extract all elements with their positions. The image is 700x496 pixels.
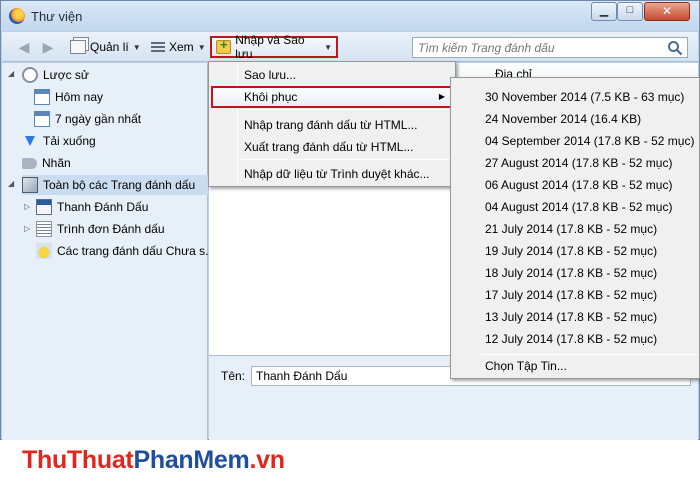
restore-item[interactable]: 04 August 2014 (17.8 KB - 52 mục) (453, 196, 699, 218)
dropdown-arrow-icon: ▼ (197, 42, 206, 52)
watermark-logo: ThuThuatPhanMem.vn (22, 446, 285, 475)
unsorted-bookmarks-icon (36, 243, 52, 259)
menu-separator (241, 109, 453, 110)
restore-item[interactable]: 27 August 2014 (17.8 KB - 52 mục) (453, 152, 699, 174)
sidebar-item-today[interactable]: Hôm nay (34, 87, 103, 107)
title-bar: Thư viện ▁ □ ✕ (1, 1, 699, 31)
minimize-icon: ▁ (599, 5, 609, 17)
name-label: Tên: (221, 369, 246, 383)
sidebar-item-label: Trình đơn Đánh dấu (57, 222, 165, 236)
sidebar-tree: ◢ Lược sử Hôm nay 7 ngày gần nhất Tải xu… (2, 63, 215, 440)
restore-item[interactable]: 30 November 2014 (7.5 KB - 63 mục) (453, 86, 699, 108)
sidebar-item-label: Hôm nay (55, 90, 104, 104)
import-backup-icon (216, 37, 232, 54)
restore-item[interactable]: 04 September 2014 (17.8 KB - 52 mục) (453, 130, 699, 152)
watermark-part: PhanMem (133, 446, 250, 474)
sidebar-item-label: Thanh Đánh Dấu (57, 200, 149, 214)
import-backup-menu: Sao lưu... Khôi phục ▶ Nhập trang đánh d… (208, 61, 456, 187)
search-icon[interactable] (667, 40, 683, 56)
watermark-part: ThuThuat (22, 446, 134, 474)
menu-item-backup[interactable]: Sao lưu... (211, 64, 453, 86)
sidebar-item-all-bookmarks[interactable]: Toàn bộ các Trang đánh dấu (22, 175, 208, 195)
watermark-part: .vn (249, 446, 285, 474)
restore-item[interactable]: 17 July 2014 (17.8 KB - 52 mục) (453, 284, 699, 306)
views-icon (151, 41, 165, 53)
sidebar-item-label: Lược sử (43, 68, 89, 82)
window-title: Thư viện (31, 9, 83, 24)
close-button[interactable]: ✕ (644, 2, 690, 21)
menu-item-label: Khôi phục (244, 90, 298, 104)
restore-item[interactable]: 13 July 2014 (17.8 KB - 52 mục) (453, 306, 699, 328)
sidebar-item-tags[interactable]: Nhãn (22, 153, 71, 173)
organize-button[interactable]: Quản lí ▼ (66, 36, 145, 58)
sidebar-item-label: Các trang đánh dấu Chưa s... (57, 244, 216, 258)
restore-item[interactable]: 06 August 2014 (17.8 KB - 52 mục) (453, 174, 699, 196)
sidebar-item-label: Toàn bộ các Trang đánh dấu (43, 178, 196, 192)
views-button[interactable]: Xem ▼ (147, 36, 210, 58)
sidebar-item-last-7-days[interactable]: 7 ngày gần nhất (34, 109, 141, 129)
minimize-button[interactable]: ▁ (591, 2, 617, 21)
views-label: Xem (169, 40, 194, 54)
search-bookmarks-field[interactable] (412, 37, 688, 58)
all-bookmarks-icon (22, 177, 38, 193)
restore-item[interactable]: 24 November 2014 (16.4 KB) (453, 108, 699, 130)
collapse-arrow-icon[interactable]: ◢ (8, 179, 16, 188)
menu-item-import-other-browser[interactable]: Nhập dữ liệu từ Trình duyệt khác... (211, 163, 453, 185)
menu-item-import-html[interactable]: Nhập trang đánh dấu từ HTML... (211, 114, 453, 136)
dropdown-arrow-icon: ▼ (324, 42, 332, 52)
restore-choose-file[interactable]: Chọn Tập Tin... (453, 355, 699, 377)
sidebar-item-label: Nhãn (42, 156, 71, 170)
import-backup-label: Nhập và Sao lưu (235, 33, 305, 61)
firefox-icon (9, 8, 25, 24)
restore-item[interactable]: 12 July 2014 (17.8 KB - 52 mục) (453, 328, 699, 350)
search-input[interactable] (413, 38, 663, 57)
restore-item[interactable]: 18 July 2014 (17.8 KB - 52 mục) (453, 262, 699, 284)
close-icon: ✕ (661, 4, 673, 18)
maximize-icon: □ (626, 4, 634, 16)
tag-icon (22, 157, 37, 169)
restore-item[interactable]: 19 July 2014 (17.8 KB - 52 mục) (453, 240, 699, 262)
bookmarks-menu-icon (36, 221, 52, 237)
toolbar: ◀ ▶ Quản lí ▼ Xem ▼ Nhập và Sao lưu ▼ (2, 32, 698, 62)
expand-arrow-icon[interactable]: ▷ (24, 224, 32, 233)
menu-item-restore[interactable]: Khôi phục ▶ (211, 86, 453, 108)
import-backup-button[interactable]: Nhập và Sao lưu ▼ (210, 33, 338, 61)
collapse-arrow-icon[interactable]: ◢ (8, 69, 16, 78)
back-arrow-icon[interactable]: ◀ (16, 39, 32, 55)
organize-icon (70, 40, 86, 54)
sidebar-item-bookmarks-toolbar[interactable]: Thanh Đánh Dấu (36, 197, 148, 217)
dropdown-arrow-icon: ▼ (132, 42, 141, 52)
download-arrow-icon (22, 133, 38, 149)
bookmarks-toolbar-icon (36, 199, 52, 215)
sidebar-item-label: Tải xuống (43, 134, 96, 148)
sidebar-item-downloads[interactable]: Tải xuống (22, 131, 96, 151)
submenu-arrow-icon: ▶ (438, 92, 445, 101)
sidebar-item-bookmarks-menu[interactable]: Trình đơn Đánh dấu (36, 219, 165, 239)
history-clock-icon (22, 67, 38, 83)
calendar-icon (34, 89, 50, 105)
forward-arrow-icon[interactable]: ▶ (40, 39, 56, 55)
expand-arrow-icon[interactable]: ▷ (24, 202, 32, 211)
calendar-icon (34, 111, 50, 127)
restore-submenu: 30 November 2014 (7.5 KB - 63 mục) 24 No… (450, 77, 700, 379)
menu-separator (241, 159, 453, 160)
restore-item[interactable]: 21 July 2014 (17.8 KB - 52 mục) (453, 218, 699, 240)
sidebar-item-history[interactable]: Lược sử (22, 65, 89, 85)
organize-label: Quản lí (90, 40, 129, 54)
sidebar-item-label: 7 ngày gần nhất (55, 112, 142, 126)
maximize-button[interactable]: □ (617, 2, 643, 21)
sidebar-item-unsorted-bookmarks[interactable]: Các trang đánh dấu Chưa s... (36, 241, 215, 261)
menu-item-export-html[interactable]: Xuất trang đánh dấu từ HTML... (211, 136, 453, 158)
